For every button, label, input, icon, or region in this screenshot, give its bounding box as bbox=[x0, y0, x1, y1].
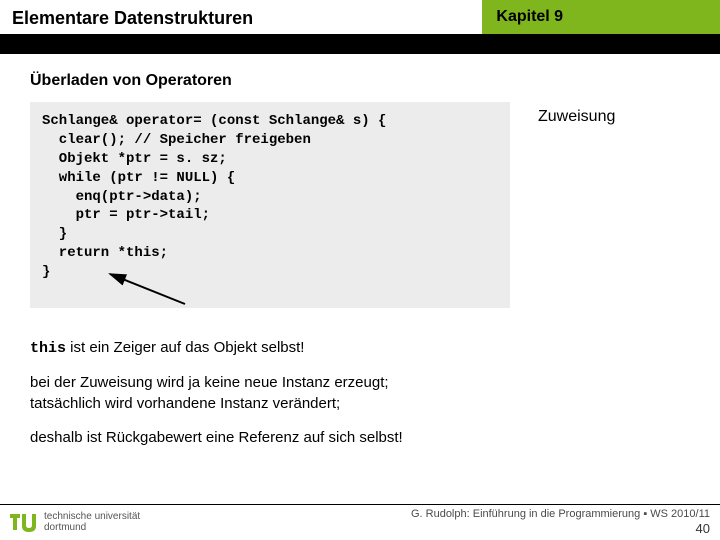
arrow-icon bbox=[100, 268, 190, 308]
footer-credit: G. Rudolph: Einführung in die Programmie… bbox=[411, 508, 710, 521]
footer-right: G. Rudolph: Einführung in die Programmie… bbox=[411, 508, 710, 537]
section-title: Überladen von Operatoren bbox=[30, 72, 690, 90]
logo-text: technische universität dortmund bbox=[44, 512, 140, 533]
this-keyword: this bbox=[30, 340, 66, 357]
page-number: 40 bbox=[411, 521, 710, 537]
explain-line-1: this ist ein Zeiger auf das Objekt selbs… bbox=[30, 338, 690, 359]
explain-line-3: deshalb ist Rückgabewert eine Referenz a… bbox=[30, 428, 690, 448]
explain-line-2: bei der Zuweisung wird ja keine neue Ins… bbox=[30, 373, 690, 414]
header-divider bbox=[0, 36, 720, 54]
slide-content: Überladen von Operatoren Schlange& opera… bbox=[0, 54, 720, 448]
explain-1-rest: ist ein Zeiger auf das Objekt selbst! bbox=[66, 339, 304, 356]
slide-footer: technische universität dortmund G. Rudol… bbox=[0, 504, 720, 540]
slide-header: Elementare Datenstrukturen Kapitel 9 bbox=[0, 0, 720, 36]
logo-line-1: technische universität bbox=[44, 512, 140, 523]
university-logo: technische universität dortmund bbox=[8, 510, 140, 536]
header-right-title: Kapitel 9 bbox=[482, 0, 720, 36]
logo-line-2: dortmund bbox=[44, 523, 140, 534]
side-label: Zuweisung bbox=[538, 102, 615, 126]
header-left-title: Elementare Datenstrukturen bbox=[0, 0, 482, 36]
tu-logo-icon bbox=[8, 510, 38, 536]
explanation: this ist ein Zeiger auf das Objekt selbs… bbox=[30, 338, 690, 448]
